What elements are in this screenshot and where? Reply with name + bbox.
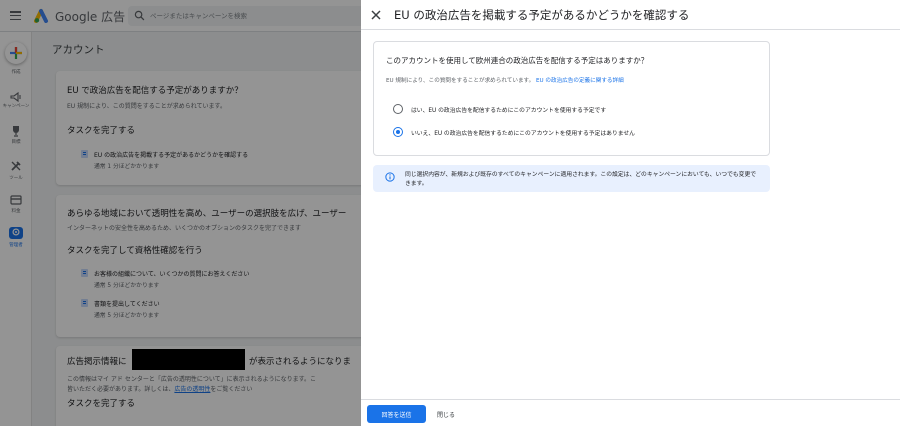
submit-answer-button[interactable]: 回答を送信 bbox=[367, 405, 426, 423]
close-icon[interactable] bbox=[370, 9, 382, 21]
close-button[interactable]: 閉じる bbox=[431, 405, 461, 423]
dialog-title: EU の政治広告を掲載する予定があるかどうかを確認する bbox=[394, 8, 690, 22]
info-banner: 同じ選択内容が、新規および既存のすべてのキャンペーンに適用されます。この設定は、… bbox=[373, 165, 770, 192]
dialog-footer: 回答を送信 閉じる bbox=[361, 399, 900, 426]
dialog-header: EU の政治広告を掲載する予定があるかどうかを確認する bbox=[361, 0, 900, 30]
eu-political-ads-dialog: EU の政治広告を掲載する予定があるかどうかを確認する このアカウントを使用して… bbox=[361, 0, 900, 426]
radio-yes[interactable] bbox=[393, 104, 403, 114]
info-text: 同じ選択内容が、新規および既存のすべてのキャンペーンに適用されます。この設定は、… bbox=[405, 172, 757, 187]
question-card: このアカウントを使用して欧州連合の政治広告を配信する予定はありますか？ EU 規… bbox=[373, 41, 770, 156]
radio-no-label[interactable]: いいえ、EU の政治広告を配信するためにこのアカウントを使用する予定はありません bbox=[411, 128, 635, 137]
info-icon bbox=[385, 172, 395, 182]
question-description: EU 規制により、この質問をすることが求められています。 EU の政治広告の定義… bbox=[386, 78, 624, 84]
radio-yes-label[interactable]: はい、EU の政治広告を配信するためにこのアカウントを使用する予定です bbox=[411, 105, 606, 114]
eu-definition-link[interactable]: EU の政治広告の定義に関する詳細 bbox=[536, 78, 624, 84]
radio-no[interactable] bbox=[393, 127, 403, 137]
question-text: このアカウントを使用して欧州連合の政治広告を配信する予定はありますか？ bbox=[386, 56, 649, 65]
